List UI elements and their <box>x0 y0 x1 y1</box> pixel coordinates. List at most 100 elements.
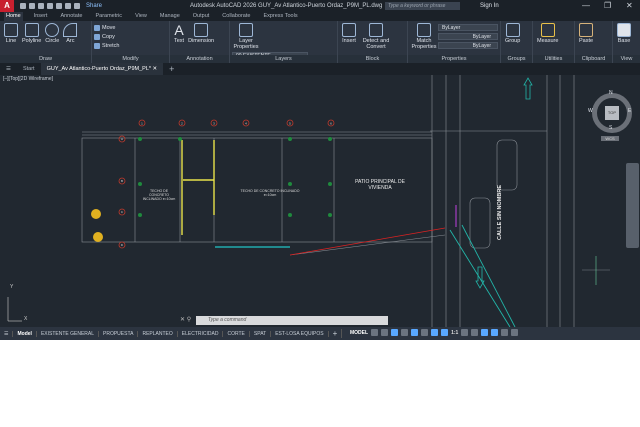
layout-tab-replanteo[interactable]: REPLANTEO <box>138 330 178 337</box>
view-panel-title[interactable]: View <box>613 55 640 63</box>
workspace-gear-icon[interactable] <box>461 329 469 336</box>
compass-north[interactable]: N <box>609 90 613 96</box>
navigation-bar[interactable] <box>626 163 639 248</box>
drawing-tab[interactable]: GUY_Av Atlantico-Puerto Ordaz_P9M_PL* ✕ <box>40 63 164 75</box>
compass-west[interactable]: W <box>588 108 593 114</box>
app-menu-button[interactable]: A <box>0 0 14 12</box>
clipboard-panel: Paste Clipboard <box>575 21 613 63</box>
osnap-icon[interactable] <box>411 329 419 336</box>
paste-tool[interactable]: Paste <box>579 23 593 44</box>
open-icon[interactable] <box>29 3 35 9</box>
copy-tool[interactable]: Copy <box>94 32 119 41</box>
move-label: Move <box>102 24 116 31</box>
snap-icon[interactable] <box>381 329 389 336</box>
save-icon[interactable] <box>38 3 44 9</box>
polyline-tool[interactable]: Polyline <box>22 23 41 44</box>
utilities-panel-title[interactable]: Utilities <box>533 55 574 63</box>
detect-convert-tool[interactable]: Detect and Convert <box>360 23 392 50</box>
tab-view[interactable]: View <box>133 12 149 21</box>
grid-icon[interactable] <box>371 329 379 336</box>
selection-cycling-icon[interactable] <box>431 329 439 336</box>
command-line-input[interactable]: Type a command <box>196 316 388 325</box>
minimize-button[interactable]: — <box>582 1 590 10</box>
insert-tool[interactable]: Insert <box>342 23 356 50</box>
ortho-icon[interactable] <box>391 329 399 336</box>
close-button[interactable]: ✕ <box>626 1 633 10</box>
model-space-toggle[interactable]: MODEL <box>350 330 368 336</box>
layout-tab-corte[interactable]: CORTE <box>223 330 250 337</box>
sign-in-button[interactable]: Sign In <box>480 3 499 9</box>
tab-collaborate[interactable]: Collaborate <box>220 12 252 21</box>
hardware-acceleration-icon[interactable] <box>491 329 499 336</box>
layout-tab-propuesta[interactable]: PROPUESTA <box>99 330 139 337</box>
tab-manage[interactable]: Manage <box>158 12 182 21</box>
circle-tool[interactable]: Circle <box>45 23 59 44</box>
text-label: Text <box>174 38 185 44</box>
clean-screen-icon[interactable] <box>501 329 509 336</box>
line-tool[interactable]: Line <box>4 23 18 44</box>
layout-tab-est-losa-equipos[interactable]: EST-LOSA EQUIPOS <box>271 330 329 337</box>
drawing-viewport[interactable]: [–][Top][2D Wireframe] 1 2 3 4 5 6 A B C… <box>0 75 640 327</box>
layout-menu-icon[interactable]: ☰ <box>0 330 14 337</box>
group-tool[interactable]: Group <box>505 23 520 44</box>
annotation-monitor-icon[interactable] <box>471 329 479 336</box>
groups-panel-title[interactable]: Groups <box>501 55 532 63</box>
measure-tool[interactable]: Measure <box>537 23 558 44</box>
linetype-dropdown[interactable]: ByLayer <box>438 33 498 40</box>
dimension-tool[interactable]: Dimension <box>188 23 214 44</box>
properties-panel-title[interactable]: Properties <box>408 55 500 63</box>
layer-properties-tool[interactable]: Layer Properties <box>233 23 259 50</box>
move-tool[interactable]: Move <box>94 23 119 32</box>
add-layout-button[interactable]: + <box>329 329 343 338</box>
compass-east[interactable]: E <box>628 108 631 114</box>
tab-parametric[interactable]: Parametric <box>93 12 124 21</box>
ucs-icon <box>7 297 22 322</box>
layers-panel-title[interactable]: Layers <box>230 55 337 63</box>
tab-insert[interactable]: Insert <box>32 12 50 21</box>
tab-output[interactable]: Output <box>191 12 212 21</box>
customization-icon[interactable] <box>511 329 519 336</box>
restore-button[interactable]: ❐ <box>604 1 611 10</box>
save-as-icon[interactable] <box>47 3 53 9</box>
clipboard-panel-title[interactable]: Clipboard <box>575 55 612 63</box>
share-button[interactable]: Share <box>86 3 102 9</box>
stretch-tool[interactable]: Stretch <box>94 41 119 50</box>
polar-icon[interactable] <box>401 329 409 336</box>
arc-tool[interactable]: Arc <box>63 23 78 44</box>
annotation-visibility-icon[interactable] <box>441 329 449 336</box>
undo-icon[interactable] <box>65 3 71 9</box>
isolate-objects-icon[interactable] <box>481 329 489 336</box>
block-panel-title[interactable]: Block <box>338 55 407 63</box>
wcs-menu[interactable]: WCS <box>601 136 619 141</box>
command-close-icon[interactable]: ✕ ⚲ <box>180 316 191 323</box>
redo-icon[interactable] <box>74 3 80 9</box>
new-tab-button[interactable]: + <box>163 64 180 74</box>
layout-tab-model[interactable]: Model <box>13 330 37 337</box>
viewcube-top-face[interactable]: TOP <box>605 106 619 120</box>
modify-panel-title[interactable]: Modify <box>92 55 169 63</box>
compass-south[interactable]: S <box>609 125 612 131</box>
base-tool[interactable]: Base <box>617 23 631 44</box>
match-properties-tool[interactable]: Match Properties <box>411 23 437 50</box>
text-tool[interactable]: A Text <box>174 23 185 45</box>
draw-panel-title[interactable]: Draw <box>0 55 91 63</box>
search-input[interactable]: Type a keyword or phrase <box>385 2 460 10</box>
new-icon[interactable] <box>20 3 26 9</box>
viewcube[interactable]: TOP N S E W WCS <box>588 90 632 141</box>
plot-icon[interactable] <box>56 3 62 9</box>
lineweight-icon[interactable] <box>421 329 429 336</box>
menu-icon[interactable]: ☰ <box>0 66 17 72</box>
ribbon: Line Polyline Circle Arc Draw Move Copy … <box>0 21 640 63</box>
tab-annotate[interactable]: Annotate <box>58 12 84 21</box>
color-dropdown[interactable]: ByLayer <box>438 24 498 31</box>
layout-tab-spat[interactable]: SPAT <box>250 330 272 337</box>
lineweight-dropdown[interactable]: ByLayer <box>438 42 498 49</box>
tab-home[interactable]: Home <box>4 12 23 21</box>
annotation-panel-title[interactable]: Annotation <box>170 55 229 63</box>
close-tab-icon[interactable]: ✕ <box>153 66 158 72</box>
tab-express-tools[interactable]: Express Tools <box>261 12 299 21</box>
layout-tab-electricidad[interactable]: ELECTRICIDAD <box>178 330 224 337</box>
annotation-scale[interactable]: 1:1 <box>451 330 458 336</box>
start-tab[interactable]: Start <box>17 66 41 72</box>
layout-tab-existente-general[interactable]: EXISTENTE GENERAL <box>37 330 100 337</box>
